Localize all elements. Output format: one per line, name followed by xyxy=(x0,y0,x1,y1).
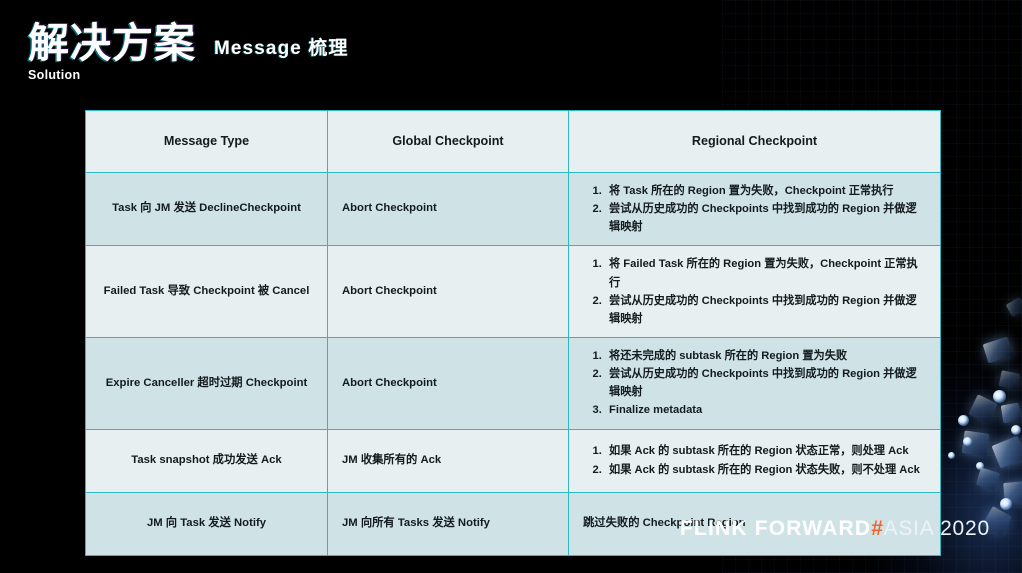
slide-canvas: 解决方案 Message 梳理 Solution Message Type Gl… xyxy=(0,0,1022,573)
page-title: 解决方案 xyxy=(28,20,196,66)
cell-global-checkpoint: JM 向所有 Tasks 发送 Notify xyxy=(327,491,569,556)
cell-global-checkpoint: Abort Checkpoint xyxy=(327,171,569,247)
global-checkpoint-text: Abort Checkpoint xyxy=(342,284,437,297)
heading-row: 解决方案 Message 梳理 xyxy=(28,20,728,66)
regional-checkpoint-steps: 将还未完成的 subtask 所在的 Region 置为失败 尝试从历史成功的 … xyxy=(569,338,940,429)
decor-particle xyxy=(1000,498,1012,510)
global-checkpoint-text: JM 向所有 Tasks 发送 Notify xyxy=(342,516,490,529)
decor-cube xyxy=(982,336,1014,364)
step-item: Finalize metadata xyxy=(605,401,926,419)
decor-particle xyxy=(963,437,972,446)
message-type-text: Expire Canceller 超时过期 Checkpoint xyxy=(105,376,308,389)
column-header-regional-checkpoint-label: Regional Checkpoint xyxy=(691,133,818,148)
cell-message-type: JM 向 Task 发送 Notify xyxy=(85,491,328,556)
page-subtitle: Message 梳理 xyxy=(214,38,349,60)
column-header-global-checkpoint: Global Checkpoint xyxy=(327,110,569,173)
decor-particle xyxy=(948,452,955,459)
column-header-regional-checkpoint: Regional Checkpoint xyxy=(568,110,941,173)
step-item: 尝试从历史成功的 Checkpoints 中找到成功的 Region 并做逻辑映… xyxy=(605,365,926,401)
global-checkpoint-text: Abort Checkpoint xyxy=(342,376,437,389)
decor-cube xyxy=(1005,296,1022,318)
cell-message-type: Expire Canceller 超时过期 Checkpoint xyxy=(85,336,328,430)
table-row: Failed Task 导致 Checkpoint 被 Cancel Abort… xyxy=(85,245,941,338)
column-header-global-checkpoint-label: Global Checkpoint xyxy=(392,133,504,148)
cell-regional-checkpoint: 将 Task 所在的 Region 置为失败，Checkpoint 正常执行 尝… xyxy=(568,171,941,247)
decor-particle xyxy=(1011,425,1021,435)
decor-particle xyxy=(993,390,1006,403)
decor-particle xyxy=(976,462,984,470)
decor-cube xyxy=(991,435,1022,469)
decor-cube xyxy=(975,467,1001,491)
decor-cube xyxy=(968,394,998,424)
cell-regional-checkpoint: 将还未完成的 subtask 所在的 Region 置为失败 尝试从历史成功的 … xyxy=(568,336,941,430)
table-row: Task snapshot 成功发送 Ack JM 收集所有的 Ack 如果 A… xyxy=(85,428,941,493)
column-header-message-type: Message Type xyxy=(85,110,328,173)
message-type-text: Task 向 JM 发送 DeclineCheckpoint xyxy=(112,202,301,215)
step-item: 尝试从历史成功的 Checkpoints 中找到成功的 Region 并做逻辑映… xyxy=(605,200,926,236)
step-item: 如果 Ack 的 subtask 所在的 Region 状态正常，则处理 Ack xyxy=(605,442,926,460)
brand-hash-icon: # xyxy=(871,517,884,540)
page-title-english: Solution xyxy=(28,68,81,83)
decor-particle xyxy=(958,415,969,426)
cell-global-checkpoint: Abort Checkpoint xyxy=(327,336,569,430)
message-table-container: Message Type Global Checkpoint Regional … xyxy=(85,110,941,556)
column-header-message-type-label: Message Type xyxy=(163,133,250,148)
step-item: 如果 Ack 的 subtask 所在的 Region 状态失败，则不处理 Ac… xyxy=(605,461,926,479)
regional-checkpoint-steps: 将 Task 所在的 Region 置为失败，Checkpoint 正常执行 尝… xyxy=(569,173,940,245)
regional-checkpoint-steps: 将 Failed Task 所在的 Region 置为失败，Checkpoint… xyxy=(569,246,940,337)
decor-cube xyxy=(998,370,1021,390)
step-item: 将 Failed Task 所在的 Region 置为失败，Checkpoint… xyxy=(605,255,926,291)
steps-list: 将还未完成的 subtask 所在的 Region 置为失败 尝试从历史成功的 … xyxy=(583,347,926,420)
steps-list: 将 Failed Task 所在的 Region 置为失败，Checkpoint… xyxy=(583,255,926,328)
global-checkpoint-text: Abort Checkpoint xyxy=(342,202,437,215)
global-checkpoint-text: JM 收集所有的 Ack xyxy=(342,453,442,466)
message-type-text: JM 向 Task 发送 Notify xyxy=(146,516,267,529)
cell-global-checkpoint: JM 收集所有的 Ack xyxy=(327,428,569,493)
message-type-text: Task snapshot 成功发送 Ack xyxy=(131,453,282,466)
brand-name: FLINK FORWARD xyxy=(679,517,872,540)
cell-message-type: Task snapshot 成功发送 Ack xyxy=(85,428,328,493)
steps-list: 如果 Ack 的 subtask 所在的 Region 状态正常，则处理 Ack… xyxy=(583,442,926,478)
step-item: 将还未完成的 subtask 所在的 Region 置为失败 xyxy=(605,347,926,365)
message-type-text: Failed Task 导致 Checkpoint 被 Cancel xyxy=(103,284,310,297)
steps-list: 将 Task 所在的 Region 置为失败，Checkpoint 正常执行 尝… xyxy=(583,182,926,236)
brand-event: ASIA 2020 xyxy=(883,517,990,540)
cell-regional-checkpoint: 将 Failed Task 所在的 Region 置为失败，Checkpoint… xyxy=(568,245,941,338)
step-item: 尝试从历史成功的 Checkpoints 中找到成功的 Region 并做逻辑映… xyxy=(605,292,926,328)
step-item: 将 Task 所在的 Region 置为失败，Checkpoint 正常执行 xyxy=(605,182,926,200)
table-row: Task 向 JM 发送 DeclineCheckpoint Abort Che… xyxy=(85,171,941,247)
message-table: Message Type Global Checkpoint Regional … xyxy=(85,110,941,556)
regional-checkpoint-steps: 如果 Ack 的 subtask 所在的 Region 状态正常，则处理 Ack… xyxy=(569,433,940,487)
cell-message-type: Failed Task 导致 Checkpoint 被 Cancel xyxy=(85,245,328,338)
decor-cube xyxy=(961,430,990,457)
table-row: Expire Canceller 超时过期 Checkpoint Abort C… xyxy=(85,336,941,430)
cell-regional-checkpoint: 如果 Ack 的 subtask 所在的 Region 状态正常，则处理 Ack… xyxy=(568,428,941,493)
cell-message-type: Task 向 JM 发送 DeclineCheckpoint xyxy=(85,171,328,247)
decor-cube xyxy=(1000,402,1022,424)
cell-global-checkpoint: Abort Checkpoint xyxy=(327,245,569,338)
decor-cube xyxy=(1003,480,1022,504)
slide-heading: 解决方案 Message 梳理 Solution xyxy=(28,20,728,83)
event-branding: FLINK FORWARD#ASIA 2020 xyxy=(680,517,990,541)
table-header-row: Message Type Global Checkpoint Regional … xyxy=(85,110,941,173)
